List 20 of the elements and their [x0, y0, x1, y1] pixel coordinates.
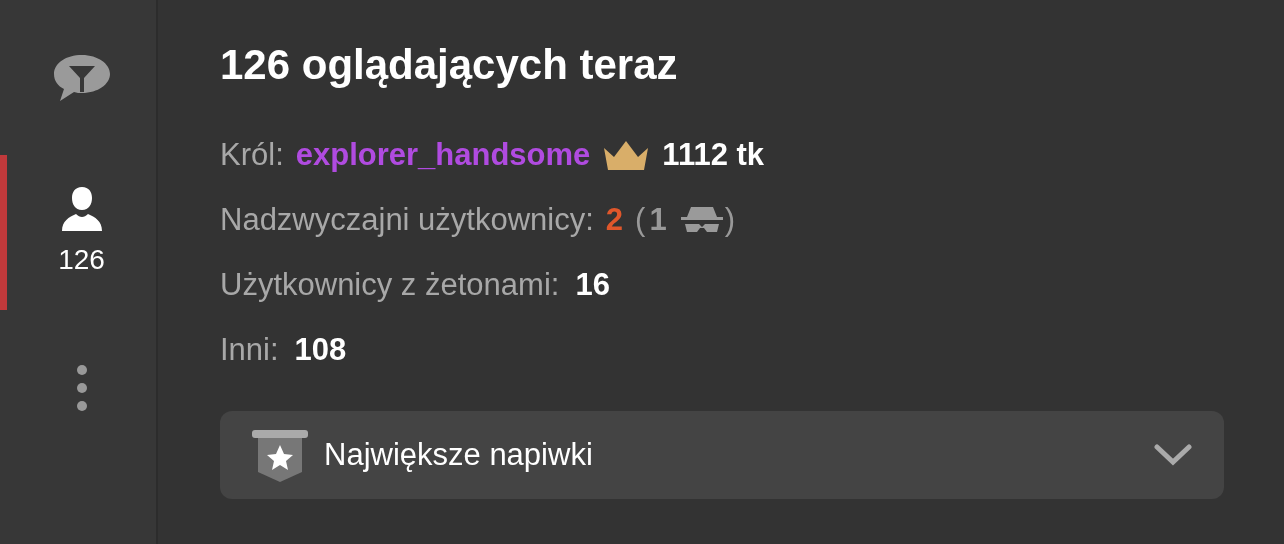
paren: ): [724, 201, 735, 239]
star-badge-icon: [252, 428, 308, 482]
stat-label: Nadzwyczajni użytkownicy:: [220, 201, 594, 239]
tips-dropdown[interactable]: Największe napiwki: [220, 411, 1224, 499]
stat-value: 108: [294, 331, 347, 369]
more-icon: [75, 363, 88, 412]
stat-label: Inni:: [220, 331, 279, 369]
spy-icon: [678, 205, 725, 235]
viewers-title: 126 oglądających teraz: [220, 40, 679, 90]
token-amount: 1112 tk: [662, 136, 765, 174]
stat-value: 2: [605, 201, 624, 239]
hidden-count: 1: [649, 201, 667, 239]
caret-icon: [1154, 444, 1192, 466]
paren: (: [635, 201, 646, 239]
chat-bubble-icon: [51, 52, 112, 103]
stat-label: Król:: [220, 136, 284, 174]
stat-value: 16: [575, 266, 610, 304]
stat-label: Użytkownicy z żetonami:: [220, 266, 560, 304]
crown-icon: [602, 140, 651, 170]
tab-count: 126: [58, 242, 105, 277]
